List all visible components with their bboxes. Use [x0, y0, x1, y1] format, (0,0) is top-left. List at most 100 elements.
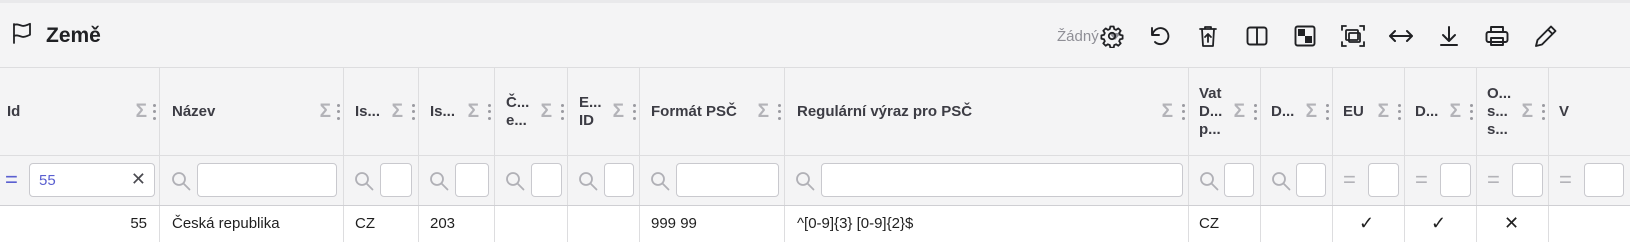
gear-icon — [1100, 24, 1124, 53]
search-icon[interactable] — [1271, 171, 1291, 196]
filter-input-d1[interactable] — [1296, 163, 1326, 197]
column-header-label: Název — [172, 102, 216, 120]
column-menu-icon[interactable] — [412, 103, 415, 120]
column-header-cislo[interactable]: Č... e... Σ — [495, 68, 568, 155]
grid-filter-row: = 55 ✕ = = = = — [0, 156, 1630, 206]
equals-operator-icon[interactable]: = — [1487, 169, 1500, 191]
column-menu-icon[interactable] — [153, 103, 156, 120]
checkerboard-button[interactable] — [1290, 23, 1320, 53]
cell-v — [1549, 206, 1630, 242]
sum-icon[interactable]: Σ — [1450, 101, 1461, 123]
column-menu-icon[interactable] — [1182, 103, 1185, 120]
sum-icon[interactable]: Σ — [758, 101, 769, 123]
column-header-label: D... — [1415, 102, 1439, 120]
filter-input-o[interactable] — [1512, 163, 1543, 197]
sum-icon[interactable]: Σ — [1234, 101, 1245, 123]
cell-iso3: 203 — [419, 206, 495, 242]
sum-icon[interactable]: Σ — [1162, 101, 1173, 123]
search-icon[interactable] — [1199, 171, 1219, 196]
column-header-format-psc[interactable]: Formát PSČ Σ — [640, 68, 785, 155]
split-view-button[interactable] — [1242, 23, 1272, 53]
filter-input-id[interactable]: 55 ✕ — [29, 163, 155, 197]
column-header-regex-psc[interactable]: Regulární výraz pro PSČ Σ — [785, 68, 1189, 155]
equals-operator-icon[interactable]: = — [1559, 169, 1572, 191]
horizontal-resize-icon — [1388, 24, 1414, 53]
sum-icon[interactable]: Σ — [541, 101, 552, 123]
equals-operator-icon[interactable]: = — [1415, 169, 1428, 191]
sum-icon[interactable]: Σ — [1378, 101, 1389, 123]
sum-icon[interactable]: Σ — [320, 101, 331, 123]
column-menu-icon[interactable] — [1398, 103, 1401, 120]
check-icon: ✓ — [1359, 213, 1375, 233]
column-header-d1[interactable]: D... Σ — [1261, 68, 1333, 155]
search-icon[interactable] — [578, 171, 598, 196]
column-menu-icon[interactable] — [633, 103, 636, 120]
cell-nazev-value: Česká republika — [172, 215, 280, 232]
search-icon[interactable] — [171, 171, 191, 196]
column-header-v[interactable]: V — [1549, 68, 1630, 155]
page-title-group: Země — [10, 21, 101, 50]
filter-input-iso3[interactable] — [455, 163, 489, 197]
filter-input-format-psc[interactable] — [676, 163, 779, 197]
sum-icon[interactable]: Σ — [136, 101, 147, 123]
filter-input-d2[interactable] — [1440, 163, 1471, 197]
column-menu-icon[interactable] — [778, 103, 781, 120]
sum-icon[interactable]: Σ — [392, 101, 403, 123]
undo-button[interactable] — [1145, 23, 1175, 53]
filter-input-iso2[interactable] — [380, 163, 412, 197]
column-menu-icon[interactable] — [1542, 103, 1545, 120]
column-header-eu[interactable]: EU Σ — [1333, 68, 1405, 155]
column-header-iso3[interactable]: Is... Σ — [419, 68, 495, 155]
column-header-nazev[interactable]: Název Σ — [160, 68, 344, 155]
column-header-label: V — [1559, 102, 1570, 120]
column-menu-icon[interactable] — [488, 103, 491, 120]
close-icon[interactable]: ✕ — [131, 169, 146, 190]
column-header-o[interactable]: O... s... s... Σ — [1477, 68, 1549, 155]
filter-input-nazev[interactable] — [197, 163, 337, 197]
delete-button[interactable] — [1193, 23, 1223, 53]
column-resize-button[interactable] — [1386, 23, 1416, 53]
download-button[interactable] — [1434, 23, 1464, 53]
cell-format-psc: 999 99 — [640, 206, 785, 242]
column-header-id[interactable]: Id Σ — [0, 68, 160, 155]
column-menu-icon[interactable] — [1326, 103, 1329, 120]
search-icon[interactable] — [795, 171, 815, 196]
filter-input-v[interactable] — [1584, 163, 1624, 197]
column-header-label: D... — [1271, 102, 1295, 120]
search-icon[interactable] — [354, 171, 374, 196]
settings-button[interactable] — [1097, 23, 1127, 53]
filter-cell-iso2 — [344, 156, 419, 205]
search-icon[interactable] — [429, 171, 449, 196]
print-button[interactable] — [1482, 23, 1512, 53]
sum-icon[interactable]: Σ — [468, 101, 479, 123]
column-header-eid[interactable]: E... ID Σ — [568, 68, 640, 155]
sum-icon[interactable]: Σ — [613, 101, 624, 123]
column-menu-icon[interactable] — [1254, 103, 1257, 120]
column-header-d2[interactable]: D... Σ — [1405, 68, 1477, 155]
filter-cell-eu: = — [1333, 156, 1405, 205]
sum-icon[interactable]: Σ — [1522, 101, 1533, 123]
search-icon[interactable] — [505, 171, 525, 196]
edit-button[interactable] — [1531, 23, 1561, 53]
sum-icon[interactable]: Σ — [1306, 101, 1317, 123]
delete-icon — [1196, 24, 1220, 53]
column-header-iso2[interactable]: Is... Σ — [344, 68, 419, 155]
cell-nazev: Česká republika — [160, 206, 344, 242]
filter-cell-id: = 55 ✕ — [0, 156, 160, 205]
fit-screen-button[interactable] — [1338, 23, 1368, 53]
filter-input-regex-psc[interactable] — [821, 163, 1183, 197]
column-menu-icon[interactable] — [337, 103, 340, 120]
table-row[interactable]: 55 Česká republika CZ 203 999 99 ^[0-9]{… — [0, 206, 1630, 242]
filter-input-cislo[interactable] — [531, 163, 562, 197]
column-menu-icon[interactable] — [561, 103, 564, 120]
column-header-vat[interactable]: Vat D... p... Σ — [1189, 68, 1261, 155]
equals-operator-icon[interactable]: = — [1343, 169, 1356, 191]
filter-input-eid[interactable] — [604, 163, 634, 197]
column-header-label: Is... — [355, 102, 381, 120]
cell-d1 — [1261, 206, 1333, 242]
column-menu-icon[interactable] — [1470, 103, 1473, 120]
search-icon[interactable] — [650, 171, 670, 196]
filter-input-eu[interactable] — [1368, 163, 1399, 197]
filter-input-vat[interactable] — [1224, 163, 1254, 197]
equals-operator-icon[interactable]: = — [5, 169, 18, 191]
